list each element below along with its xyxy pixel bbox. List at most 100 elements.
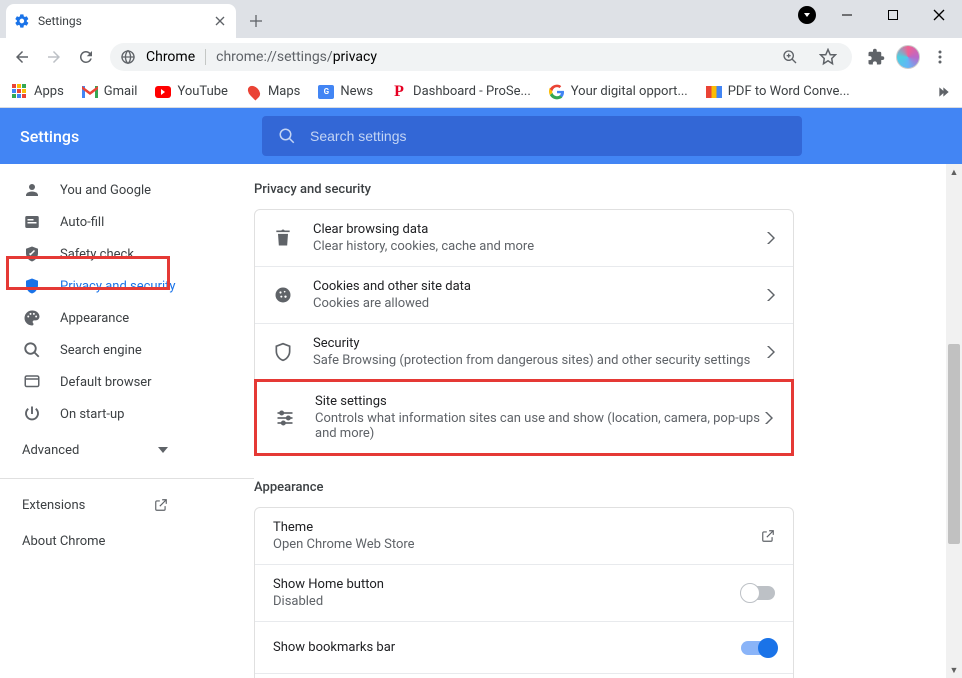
sidebar-item-default-browser[interactable]: Default browser: [0, 366, 240, 398]
bookmark-label: Maps: [268, 84, 300, 99]
bookmark-label: News: [340, 84, 373, 99]
pinterest-icon: P: [391, 84, 407, 100]
bookmark-star-button[interactable]: [814, 43, 842, 71]
apps-label: Apps: [34, 84, 64, 99]
sidebar-item-on-startup[interactable]: On start-up: [0, 398, 240, 430]
scroll-thumb[interactable]: [948, 344, 960, 544]
row-clear-browsing-data[interactable]: Clear browsing data Clear history, cooki…: [255, 210, 793, 266]
scroll-up-button[interactable]: ▲: [946, 164, 962, 180]
sidebar-advanced-toggle[interactable]: Advanced: [0, 430, 190, 470]
section-title-privacy: Privacy and security: [254, 182, 962, 209]
address-bar[interactable]: Chrome chrome://settings/privacy: [110, 43, 852, 71]
sidebar-divider: [0, 478, 254, 479]
sidebar-extensions-link[interactable]: Extensions: [0, 487, 190, 523]
sidebar-item-you-and-google[interactable]: You and Google: [0, 174, 240, 206]
safety-icon: [22, 245, 42, 263]
profile-menu-button[interactable]: [798, 6, 816, 24]
external-link-icon: [761, 529, 775, 543]
bookmark-youtube[interactable]: YouTube: [155, 84, 228, 100]
settings-title: Settings: [0, 127, 254, 146]
search-icon: [22, 341, 42, 359]
sidebar-item-privacy-security[interactable]: Privacy and security: [0, 270, 240, 302]
sidebar-item-autofill[interactable]: Auto-fill: [0, 206, 240, 238]
apps-button[interactable]: Apps: [12, 84, 64, 100]
row-cookies[interactable]: Cookies and other site data Cookies are …: [255, 266, 793, 323]
sidebar-item-safety-check[interactable]: Safety check: [0, 238, 240, 270]
bookmark-label: YouTube: [177, 84, 228, 99]
profile-avatar[interactable]: [894, 43, 922, 71]
sidebar-item-label: On start-up: [60, 407, 124, 422]
bookmark-news[interactable]: G News: [318, 84, 373, 100]
shield-icon: [22, 277, 42, 295]
trash-icon: [273, 228, 295, 248]
chrome-menu-button[interactable]: [926, 43, 954, 71]
vertical-scrollbar[interactable]: ▲ ▼: [946, 164, 962, 678]
sidebar-about-chrome[interactable]: About Chrome: [0, 523, 190, 559]
back-button[interactable]: [8, 43, 36, 71]
advanced-label: Advanced: [22, 443, 79, 458]
youtube-icon: [155, 84, 171, 100]
extensions-button[interactable]: [862, 43, 890, 71]
row-font-size: Font size Medium (Recommended): [255, 673, 793, 678]
toggle-show-home[interactable]: [741, 586, 775, 600]
power-icon: [22, 405, 42, 423]
bookmarks-overflow-button[interactable]: [934, 84, 950, 100]
row-site-settings[interactable]: Site settings Controls what information …: [254, 379, 794, 456]
gear-icon: [14, 13, 30, 29]
browser-tab-settings[interactable]: Settings: [6, 4, 236, 38]
row-security[interactable]: Security Safe Browsing (protection from …: [255, 323, 793, 380]
maximize-button[interactable]: [870, 0, 916, 30]
toggle-show-bookmarks[interactable]: [741, 641, 775, 655]
sidebar-item-label: Auto-fill: [60, 215, 104, 230]
chevron-right-icon: [767, 289, 775, 301]
settings-content: You and Google Auto-fill Safety check Pr…: [0, 164, 962, 678]
site-info-icon[interactable]: [120, 49, 136, 65]
external-link-icon: [154, 498, 168, 512]
new-tab-button[interactable]: [242, 7, 270, 35]
tab-title: Settings: [38, 14, 82, 28]
bookmark-digital[interactable]: Your digital opport...: [549, 84, 688, 100]
sidebar-item-label: Appearance: [60, 311, 129, 326]
row-show-home-button: Show Home button Disabled: [255, 564, 793, 621]
scroll-down-button[interactable]: ▼: [946, 662, 962, 678]
settings-sidebar: You and Google Auto-fill Safety check Pr…: [0, 164, 254, 678]
palette-icon: [22, 309, 42, 327]
row-title: Show bookmarks bar: [273, 640, 741, 655]
bookmark-dashboard[interactable]: P Dashboard - ProSe...: [391, 84, 531, 100]
close-tab-button[interactable]: [212, 13, 228, 29]
tab-strip: Settings: [0, 0, 962, 38]
bookmark-label: Your digital opport...: [571, 84, 688, 99]
window-controls: [824, 0, 962, 30]
row-title: Clear browsing data: [313, 222, 767, 237]
row-subtitle: Clear history, cookies, cache and more: [313, 239, 767, 254]
minimize-button[interactable]: [824, 0, 870, 30]
person-icon: [22, 181, 42, 199]
appearance-card: Theme Open Chrome Web Store Show Home bu…: [254, 507, 794, 678]
shield-icon: [273, 342, 295, 362]
zoom-icon[interactable]: [776, 43, 804, 71]
bookmark-maps[interactable]: Maps: [246, 84, 300, 100]
close-window-button[interactable]: [916, 0, 962, 30]
reload-button[interactable]: [72, 43, 100, 71]
browser-icon: [22, 373, 42, 391]
search-settings-box[interactable]: [262, 116, 802, 156]
maps-icon: [246, 84, 262, 100]
settings-main: Privacy and security Clear browsing data…: [254, 164, 962, 678]
row-subtitle: Open Chrome Web Store: [273, 537, 761, 552]
row-theme[interactable]: Theme Open Chrome Web Store: [255, 508, 793, 564]
row-title: Cookies and other site data: [313, 279, 767, 294]
sidebar-item-appearance[interactable]: Appearance: [0, 302, 240, 334]
row-title: Show Home button: [273, 577, 741, 592]
forward-button[interactable]: [40, 43, 68, 71]
search-input[interactable]: [310, 128, 786, 144]
sidebar-item-label: Default browser: [60, 375, 152, 390]
autofill-icon: [22, 213, 42, 231]
row-subtitle: Controls what information sites can use …: [315, 411, 765, 441]
sidebar-item-label: Safety check: [60, 247, 134, 262]
sidebar-item-search-engine[interactable]: Search engine: [0, 334, 240, 366]
bookmark-pdf[interactable]: PDF to Word Conve...: [706, 84, 850, 100]
sidebar-item-label: You and Google: [60, 183, 151, 198]
cookie-icon: [273, 285, 295, 305]
row-subtitle: Safe Browsing (protection from dangerous…: [313, 353, 767, 368]
bookmark-gmail[interactable]: Gmail: [82, 84, 138, 100]
